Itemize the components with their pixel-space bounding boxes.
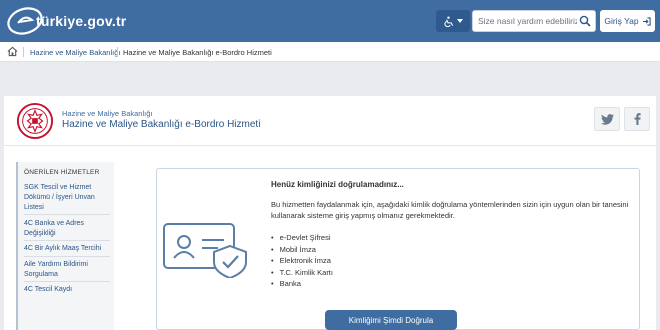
sidebar-item-sgk-tescil[interactable]: SGK Tescil ve Hizmet Dökümü / İşyeri Unv…	[24, 183, 112, 213]
login-label: Giriş Yap	[604, 16, 639, 26]
breadcrumb-link-ministry[interactable]: Hazine ve Maliye Bakanlığı	[30, 48, 120, 57]
verify-identity-button[interactable]: Kimliğimi Şimdi Doğrula	[325, 310, 457, 330]
list-item: T.C. Kimlik Kartı	[271, 267, 333, 279]
list-item: Banka	[271, 278, 333, 290]
list-item: e-Devlet Şifresi	[271, 232, 333, 244]
sidebar-divider	[24, 256, 110, 257]
logo-text: türkiye.gov.tr	[36, 13, 127, 29]
sidebar-divider	[24, 240, 110, 241]
list-item: Mobil İmza	[271, 244, 333, 256]
search-icon[interactable]	[579, 15, 591, 27]
facebook-icon	[634, 113, 641, 125]
accessibility-button[interactable]	[436, 10, 470, 32]
twitter-icon	[600, 113, 614, 125]
list-item: Elektronik İmza	[271, 255, 333, 267]
sidebar-divider	[24, 281, 110, 282]
service-ministry[interactable]: Hazine ve Maliye Bakanlığı	[62, 109, 152, 118]
breadcrumb-divider	[23, 47, 24, 57]
sidebar-item-4c-maas-tercihi[interactable]: 4C Bir Aylık Maaş Tercihi	[24, 244, 112, 254]
breadcrumb-current: Hazine ve Maliye Bakanlığı e-Bordro Hizm…	[123, 48, 272, 57]
notice-description: Bu hizmetten faydalanmak için, aşağıdaki…	[271, 200, 629, 220]
login-icon	[642, 16, 651, 26]
accessibility-icon	[444, 15, 454, 27]
sidebar-item-aile-yardimi[interactable]: Aile Yardımı Bildirimi Sorgulama	[24, 260, 112, 280]
sidebar-item-4c-tescil-kaydi[interactable]: 4C Tescil Kaydı	[24, 285, 112, 295]
top-header: türkiye.gov.tr Giriş Yap	[0, 0, 660, 42]
id-card-shield-icon	[163, 223, 247, 278]
sidebar-divider	[24, 214, 110, 215]
service-title: Hazine ve Maliye Bakanlığı e-Bordro Hizm…	[62, 119, 261, 130]
twitter-share-button[interactable]	[594, 107, 620, 131]
sidebar-item-4c-banka-adres[interactable]: 4C Banka ve Adres Değişikliği	[24, 219, 112, 239]
sidebar-title: ÖNERİLEN HİZMETLER	[24, 169, 100, 176]
notice-title: Henüz kimliğinizi doğrulamadınız...	[271, 180, 404, 189]
facebook-share-button[interactable]	[624, 107, 650, 131]
search-box	[472, 10, 596, 32]
service-header: Hazine ve Maliye Bakanlığı Hazine ve Mal…	[4, 96, 656, 146]
chevron-down-icon	[457, 19, 463, 23]
home-icon[interactable]	[7, 46, 18, 57]
breadcrumb-divider	[117, 47, 118, 57]
login-button[interactable]: Giriş Yap	[600, 10, 655, 32]
ministry-seal-icon	[16, 102, 54, 140]
verification-methods-list: e-Devlet Şifresi Mobil İmza Elektronik İ…	[271, 232, 333, 290]
search-input[interactable]	[473, 16, 577, 26]
breadcrumb: Hazine ve Maliye Bakanlığı Hazine ve Mal…	[0, 42, 660, 62]
